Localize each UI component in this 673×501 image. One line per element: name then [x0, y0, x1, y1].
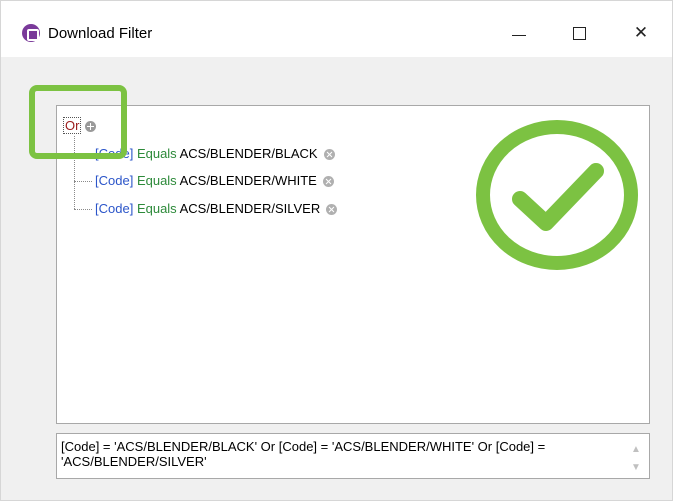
condition-field[interactable]: [Code] — [95, 173, 133, 188]
checkmark-circle-icon — [476, 120, 638, 270]
tree-branch-line — [74, 181, 92, 182]
scroll-down-icon[interactable]: ▼ — [629, 460, 643, 474]
tree-branch-line — [74, 209, 92, 210]
condition-row[interactable]: [Code] Equals ACS/BLENDER/BLACK — [95, 146, 335, 162]
minimize-icon — [512, 34, 526, 36]
scroll-up-icon[interactable]: ▲ — [629, 442, 643, 456]
download-filter-window: Download Filter ✕ Or [Code] Equals ACS/B… — [0, 0, 673, 501]
condition-value[interactable]: ACS/BLENDER/BLACK — [180, 146, 318, 161]
maximize-button[interactable] — [556, 15, 602, 51]
condition-operator[interactable]: Equals — [137, 201, 177, 216]
highlight-annotation-box — [29, 85, 127, 159]
condition-operator[interactable]: Equals — [137, 146, 177, 161]
filter-expression-text[interactable]: [Code] = 'ACS/BLENDER/BLACK' Or [Code] =… — [61, 439, 611, 469]
minimize-button[interactable] — [496, 15, 542, 51]
remove-condition-icon[interactable] — [326, 204, 338, 216]
title-bar[interactable]: Download Filter ✕ — [1, 1, 672, 57]
remove-condition-icon[interactable] — [323, 149, 335, 161]
condition-operator[interactable]: Equals — [137, 173, 177, 188]
condition-value[interactable]: ACS/BLENDER/WHITE — [180, 173, 317, 188]
app-logo-icon — [22, 24, 40, 42]
condition-field[interactable]: [Code] — [95, 201, 133, 216]
window-title: Download Filter — [48, 25, 153, 42]
close-icon: ✕ — [633, 23, 649, 42]
close-button[interactable]: ✕ — [618, 15, 664, 51]
filter-expression-box[interactable]: [Code] = 'ACS/BLENDER/BLACK' Or [Code] =… — [56, 433, 650, 479]
condition-row[interactable]: [Code] Equals ACS/BLENDER/SILVER — [95, 201, 338, 217]
condition-row[interactable]: [Code] Equals ACS/BLENDER/WHITE — [95, 173, 334, 189]
maximize-icon — [572, 26, 586, 40]
remove-condition-icon[interactable] — [322, 176, 334, 188]
condition-value[interactable]: ACS/BLENDER/SILVER — [180, 201, 321, 216]
